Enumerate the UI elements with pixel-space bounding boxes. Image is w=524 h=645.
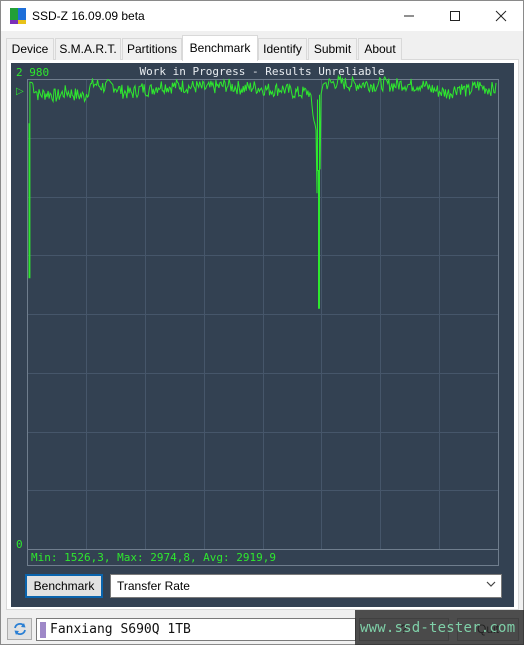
refresh-icon bbox=[13, 623, 26, 635]
watermark-overlay: www.ssd-tester.com bbox=[355, 610, 524, 645]
run-benchmark-button[interactable]: Benchmark bbox=[25, 574, 103, 598]
drive-color-swatch bbox=[40, 622, 46, 638]
chevron-down-icon[interactable] bbox=[486, 578, 496, 592]
watermark-text: www.ssd-tester.com bbox=[360, 620, 516, 636]
y-tick-max: 2 980 bbox=[16, 66, 49, 79]
y-tick-zero: 0 bbox=[16, 538, 23, 551]
position-marker-icon: ▷ bbox=[16, 86, 24, 97]
stats-readout: Min: 1526,3, Max: 2974,8, Avg: 2919,9 bbox=[31, 551, 276, 564]
status-banner: Work in Progress - Results Unreliable bbox=[139, 65, 384, 78]
chart-grid bbox=[27, 79, 498, 549]
series-points bbox=[29, 82, 496, 308]
series-line-transfer-rate bbox=[28, 74, 497, 309]
transfer-rate-chart: 2 980 0 ▷ Work in Progress - Results Unr… bbox=[16, 65, 499, 566]
app-window: SSD-Z 16.09.09 beta Device S.M.A.R.T. Pa… bbox=[0, 0, 524, 645]
tab-benchmark[interactable]: Benchmark bbox=[182, 35, 258, 61]
benchmark-mode-value: Transfer Rate bbox=[117, 579, 190, 593]
benchmark-mode-select[interactable]: Transfer Rate bbox=[110, 574, 502, 598]
refresh-drives-button[interactable] bbox=[7, 618, 32, 640]
drive-name: Fanxiang S690Q 1TB bbox=[50, 622, 191, 637]
drive-selector[interactable]: Fanxiang S690Q 1TB bbox=[36, 618, 356, 641]
